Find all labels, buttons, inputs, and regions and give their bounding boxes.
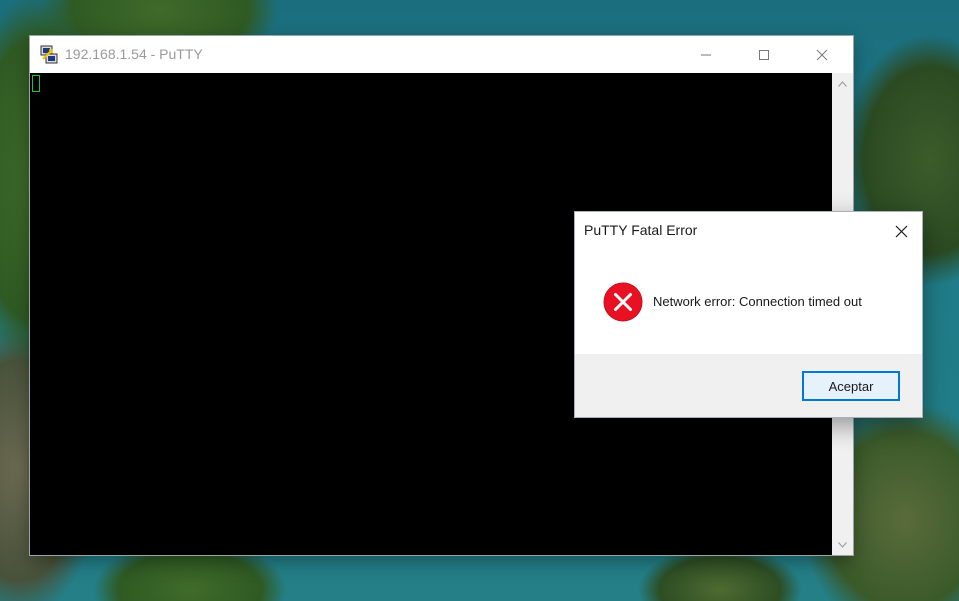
maximize-button[interactable]: [741, 36, 787, 73]
putty-titlebar[interactable]: 192.168.1.54 - PuTTY: [30, 36, 853, 73]
putty-window-title: 192.168.1.54 - PuTTY: [65, 46, 203, 62]
dialog-close-button[interactable]: [888, 218, 914, 244]
minimize-icon: [701, 54, 711, 55]
maximize-icon: [759, 49, 769, 60]
error-icon: [603, 282, 643, 322]
scroll-up-button[interactable]: [832, 73, 853, 94]
aceptar-button[interactable]: Aceptar: [802, 371, 900, 401]
dialog-footer: Aceptar: [575, 354, 922, 417]
chevron-down-icon: [838, 541, 847, 548]
close-icon: [816, 49, 828, 60]
error-message: Network error: Connection timed out: [653, 294, 862, 309]
close-button[interactable]: [799, 36, 845, 73]
scroll-down-button[interactable]: [832, 534, 853, 555]
terminal-cursor: [32, 75, 40, 92]
dialog-title: PuTTY Fatal Error: [584, 222, 698, 238]
chevron-up-icon: [838, 80, 847, 87]
close-icon: [895, 225, 907, 237]
minimize-button[interactable]: [683, 36, 729, 73]
putty-app-icon: [40, 45, 58, 64]
fatal-error-dialog: PuTTY Fatal Error Network error: Connect…: [575, 212, 922, 417]
